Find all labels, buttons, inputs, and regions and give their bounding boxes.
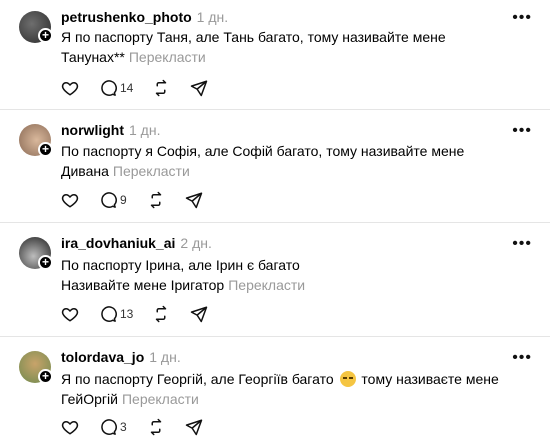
repost-icon [155,79,167,97]
post-text: По паспорту Ірина, але Ірин є багато Наз… [61,255,521,295]
post-line: Дивана [61,163,109,179]
post-line: Називайте мене Іригатор [61,277,225,293]
repost-button[interactable] [147,416,165,438]
like-button[interactable] [61,416,79,438]
post-text: По паспорту я Софія, але Софій багато, т… [61,141,521,181]
reply-button[interactable]: 3 [99,416,127,438]
more-options-icon[interactable]: ••• [512,235,532,253]
post-line: По паспорту я Софія, але Софій багато, т… [61,143,465,159]
repost-icon [150,191,162,209]
follow-plus-icon[interactable]: + [38,255,53,270]
repost-button[interactable] [147,189,165,211]
reply-button[interactable]: 14 [99,77,133,99]
reply-count: 13 [120,307,134,321]
post-time: 2 дн. [180,235,212,251]
reply-button[interactable]: 13 [99,303,133,325]
share-button[interactable] [185,416,203,438]
post-time: 1 дн. [196,9,229,25]
post-text: Я по паспорту Георгій, але Георгіїв бага… [61,369,521,409]
post-header: tolordava_jo 1 дн. [61,349,181,369]
comment-icon [101,80,117,96]
more-options-icon[interactable]: ••• [512,9,532,27]
username[interactable]: norwlight [61,122,124,138]
send-icon [185,419,203,436]
comment-icon [101,192,117,208]
send-icon [190,80,208,97]
post-time: 1 дн. [149,349,181,365]
more-options-icon[interactable]: ••• [512,349,532,367]
comment-icon [101,306,117,322]
post: + ira_dovhaniuk_ai 2 дн. ••• По паспорту … [0,223,550,336]
post: + petrushenko_photo 1 дн. ••• Я по паспор… [0,0,550,109]
username[interactable]: ira_dovhaniuk_ai [61,235,175,251]
like-button[interactable] [61,303,79,325]
post: + norwlight 1 дн. ••• По паспорту я Софія… [0,110,550,221]
share-button[interactable] [190,77,208,99]
follow-plus-icon[interactable]: + [38,142,53,157]
like-button[interactable] [61,189,79,211]
follow-plus-icon[interactable]: + [38,369,53,384]
username[interactable]: petrushenko_photo [61,9,192,25]
reply-count: 14 [120,81,134,95]
comment-icon [101,419,117,435]
post-header: petrushenko_photo 1 дн. [61,9,228,29]
post-header: ira_dovhaniuk_ai 2 дн. [61,235,212,255]
repost-button[interactable] [152,303,170,325]
translate-link[interactable]: Перекласти [129,49,206,65]
heart-icon [61,421,79,435]
post-line: Танунах** [61,49,125,65]
send-icon [190,306,208,323]
repost-icon [150,418,162,436]
share-button[interactable] [190,303,208,325]
post-line: тому називаєте мене [361,371,499,387]
reply-button[interactable]: 9 [99,189,127,211]
sad-face-emoji-icon [339,371,356,387]
threads-feed: + petrushenko_photo 1 дн. ••• Я по паспор… [0,0,550,441]
follow-plus-icon[interactable]: + [38,28,53,43]
like-button[interactable] [61,77,79,99]
heart-icon [61,194,79,208]
translate-link[interactable]: Перекласти [113,163,190,179]
post-time: 1 дн. [129,122,161,138]
reply-count: 3 [120,420,127,434]
post-line: ГейОргій [61,391,118,407]
username[interactable]: tolordava_jo [61,349,144,365]
heart-icon [61,308,79,322]
repost-button[interactable] [152,77,170,99]
post-header: norwlight 1 дн. [61,122,160,142]
post: + tolordava_jo 1 дн. ••• Я по паспорту Ге… [0,337,550,441]
repost-icon [155,305,167,323]
post-line: Я по паспорту Георгій, але Георгіїв бага… [61,371,334,387]
post-text: Я по паспорту Таня, але Тань багато, том… [61,27,521,67]
post-line: Я по паспорту Таня, але Тань багато, том… [61,29,446,45]
share-button[interactable] [185,189,203,211]
post-line: По паспорту Ірина, але Ірин є багато [61,257,300,273]
translate-link[interactable]: Перекласти [122,391,199,407]
more-options-icon[interactable]: ••• [512,122,532,140]
send-icon [185,192,203,209]
translate-link[interactable]: Перекласти [228,277,305,293]
reply-count: 9 [120,193,127,207]
heart-icon [61,82,79,96]
